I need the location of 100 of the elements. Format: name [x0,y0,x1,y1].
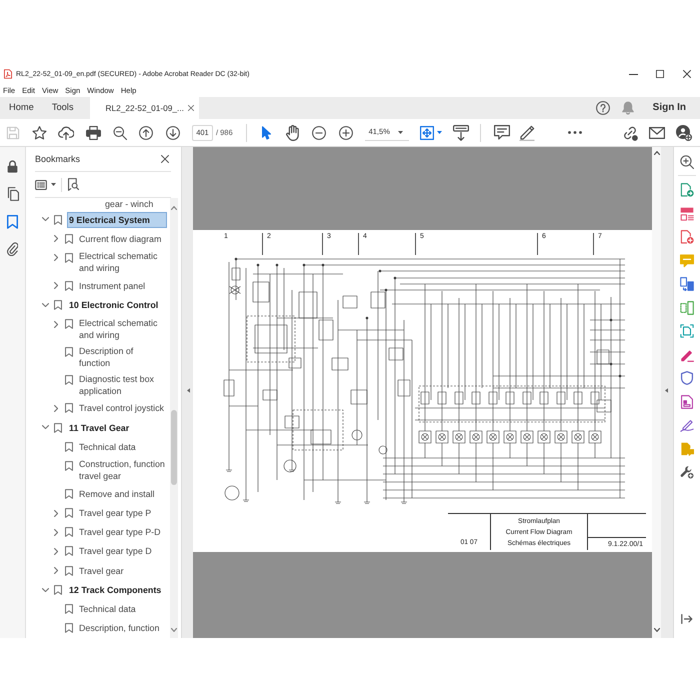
document-arrow-icon[interactable] [680,183,694,197]
bookmark-link[interactable]: 11 Travel Gear [67,420,167,436]
zoom-in-icon[interactable] [338,126,353,140]
pen-icon[interactable] [680,348,694,362]
link-icon[interactable] [622,124,638,140]
bookmark-link[interactable]: Description of function [78,342,167,371]
chevron-right-icon[interactable] [54,548,58,555]
form-icon[interactable] [680,394,694,408]
chevron-right-icon[interactable] [54,404,58,412]
close-icon[interactable] [161,155,169,163]
bookmark-link[interactable]: Electrical schematic and wiring [78,248,167,276]
hand-icon[interactable] [286,124,300,140]
pages-icon[interactable] [6,187,18,202]
chevron-down-icon[interactable] [42,217,48,222]
chevron-right-icon[interactable] [54,528,58,536]
chevron-right-icon[interactable] [54,282,58,290]
caret-icon[interactable] [398,130,403,134]
bookmark-icon [65,623,73,634]
chevron-right-icon[interactable] [54,320,58,328]
pdf-file-icon [4,69,12,79]
document-tab[interactable]: RL2_22-52_01-09_... [90,97,199,119]
expand-icon[interactable] [681,614,693,624]
bookmark-link[interactable]: Description, function [78,620,167,636]
layout-icon[interactable] [680,206,694,220]
bookmark-link[interactable]: 9 Electrical System [67,212,167,228]
print-icon[interactable] [86,126,101,140]
bookmark-icon [65,527,73,538]
document-plus-icon[interactable] [680,230,694,244]
bookmark-link[interactable]: Instrument panel [78,278,167,294]
bookmark-search-icon[interactable] [68,178,79,191]
bookmark-link[interactable]: Current flow diagram [78,230,167,247]
up-arrow-circle-icon[interactable] [139,126,154,140]
bookmark-icon [65,546,73,556]
chevron-down-icon[interactable] [42,425,48,430]
scroll-mode-icon[interactable] [452,124,469,140]
bookmark-link[interactable]: Electrical schematic and wiring [78,314,167,343]
add-person-icon[interactable] [676,124,692,140]
documents-icon[interactable] [680,277,694,291]
comment-icon[interactable] [494,125,510,140]
bookmark-icon [65,566,73,576]
chevron-right-icon[interactable] [54,510,58,517]
chevron-down-icon[interactable] [42,588,48,592]
search-icon[interactable] [112,126,127,140]
tab[interactable]: Home [0,97,43,119]
scroll-up-icon[interactable] [171,206,177,210]
star-icon[interactable] [32,126,48,140]
bookmark-link[interactable]: Travel gear type P-D [78,524,167,540]
bookmark-link[interactable]: Travel gear type D [78,543,167,560]
collapse-arrow-icon[interactable] [187,388,190,393]
bookmark-link[interactable]: Travel control joystick [78,400,167,416]
down-arrow-circle-icon[interactable] [166,126,180,140]
shield-icon[interactable] [680,371,694,385]
chevron-down-icon[interactable] [42,302,48,308]
chevron-right-icon[interactable] [54,235,58,242]
scan-icon[interactable] [680,324,694,338]
more-icon[interactable] [568,131,582,134]
mail-icon[interactable] [648,126,665,138]
dashed-frame-icon[interactable] [680,300,694,314]
bookmark-icon [65,442,73,452]
caret-icon[interactable] [436,131,442,134]
bookmark-link[interactable]: 12 Track Components [67,582,167,598]
bookmark-icon [65,460,73,471]
bookmark-link[interactable]: 10 Electronic Control [67,297,167,314]
maximize-icon[interactable] [656,70,664,78]
scroll-up-icon[interactable] [654,151,660,155]
cloud-upload-icon[interactable] [58,126,74,140]
wrench-icon[interactable] [680,465,694,479]
chevron-right-icon[interactable] [54,254,58,262]
caret-icon[interactable] [51,183,56,186]
bookmark-link[interactable]: Travel gear [78,562,167,579]
bookmark-link[interactable]: Remove and install [78,486,167,502]
bookmark-icon [65,319,73,330]
cursor-arrow-icon[interactable] [262,126,271,140]
bookmark-icon [65,280,73,291]
bookmark-link[interactable]: Technical data [78,601,167,618]
bookmark-link[interactable]: gear - winch [105,198,154,210]
help-icon[interactable] [596,101,610,115]
highlighter-pen-icon[interactable] [518,124,535,140]
bookmark-link[interactable]: Diagnostic test box application [78,370,167,399]
bookmark-link[interactable]: Travel gear type P [78,505,167,522]
bookmark-icon[interactable] [7,214,18,229]
tab[interactable]: Tools [42,97,83,119]
close-icon[interactable] [188,105,194,111]
lock-icon[interactable] [7,160,18,174]
sign-in-button[interactable]: Sign In [652,102,686,114]
bookmark-link[interactable]: Technical data [78,438,167,455]
zoom-in-icon[interactable] [680,155,694,169]
list-options-icon[interactable] [35,180,47,190]
signature-pen-icon[interactable] [680,418,694,432]
bookmark-icon [54,584,62,595]
scrollbar-thumb[interactable] [171,410,177,485]
chevron-right-icon[interactable] [54,567,58,574]
zoom-out-icon[interactable] [312,126,326,140]
paperclip-icon[interactable] [7,242,18,256]
collapse-arrow-icon[interactable] [665,388,668,393]
bookmark-link[interactable]: Construction, function travel gear [78,456,167,484]
scroll-down-icon[interactable] [171,628,177,632]
scroll-down-icon[interactable] [654,628,660,632]
fit-page-icon[interactable] [420,126,434,140]
close-icon[interactable] [683,70,691,78]
